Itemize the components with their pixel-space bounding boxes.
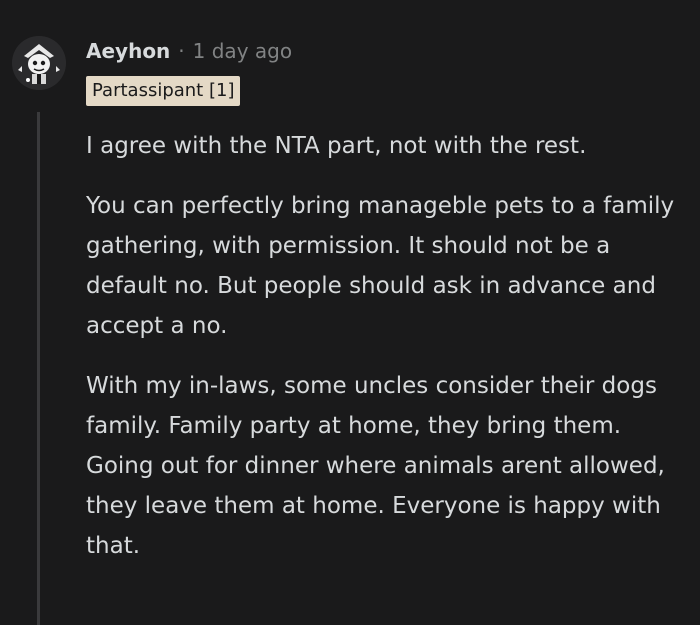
comment-paragraph: I agree with the NTA part, not with the … [86, 133, 587, 159]
thread-collapse-line[interactable] [37, 112, 40, 625]
avatar[interactable] [12, 36, 66, 90]
comment-header: Aeyhon · 1 day ago [86, 36, 292, 66]
author-username[interactable]: Aeyhon [86, 37, 170, 65]
comment-body: I agree with the NTA part, not with the … [86, 126, 686, 586]
comment-paragraph: With my in-laws, some uncles consider th… [86, 373, 665, 559]
comment-timestamp[interactable]: 1 day ago [193, 37, 292, 65]
user-avatar-icon [12, 36, 66, 90]
meta-separator: · [178, 39, 185, 63]
user-flair: Partassipant [1] [86, 76, 241, 106]
comment-paragraph: You can perfectly bring manageble pets t… [86, 193, 675, 339]
comment: Aeyhon · 1 day ago Partassipant [1] I ag… [0, 0, 700, 625]
